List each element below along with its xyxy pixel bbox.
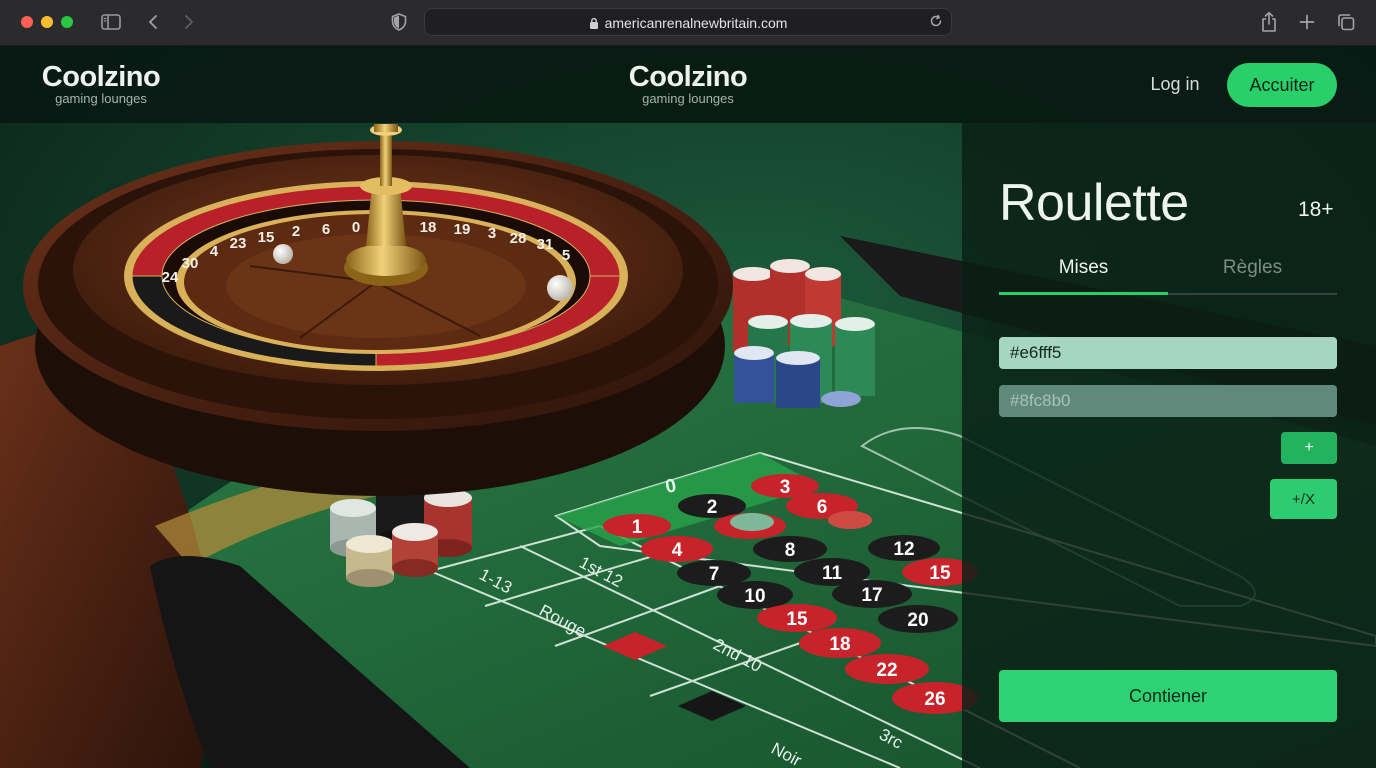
add-multiply-button[interactable]: +/X <box>1270 479 1337 519</box>
wheel-number: 31 <box>537 236 554 253</box>
browser-toolbar: americanrenalnewbritain.com <box>0 0 1376 46</box>
minimize-window-button[interactable] <box>41 16 53 28</box>
logo-tagline: gaming lounges <box>55 91 147 106</box>
tabs-icon[interactable] <box>1335 11 1357 33</box>
login-link[interactable]: Log in <box>1140 74 1210 95</box>
wheel-number: 28 <box>510 230 527 247</box>
url-text: americanrenalnewbritain.com <box>604 15 788 31</box>
age-badge: 18+ <box>1298 198 1334 221</box>
table-number: 3 <box>780 477 791 498</box>
table-number: 17 <box>861 585 882 606</box>
table-number: 15 <box>786 609 808 630</box>
roulette-panel: Roulette 18+ Mises Règles + +/X Contiene… <box>962 123 1376 768</box>
table-number: 1 <box>632 517 643 538</box>
accept-button[interactable]: Accuiter <box>1227 63 1337 107</box>
logo[interactable]: Coolzino gaming lounges <box>38 62 164 106</box>
table-number: 10 <box>744 586 765 607</box>
address-bar[interactable]: americanrenalnewbritain.com <box>424 8 952 36</box>
shield-icon[interactable] <box>389 11 409 33</box>
wheel-number: 19 <box>454 221 471 238</box>
sidebar-icon[interactable] <box>100 11 122 33</box>
table-number: 26 <box>924 689 945 710</box>
share-icon[interactable] <box>1258 11 1280 33</box>
page-title: Roulette <box>999 174 1189 232</box>
wheel-number: 24 <box>162 269 179 286</box>
close-window-button[interactable] <box>21 16 33 28</box>
table-number: 7 <box>709 564 720 585</box>
site-header: Coolzino gaming lounges Coolzino gaming … <box>0 46 1376 123</box>
tab-mises[interactable]: Mises <box>999 257 1168 279</box>
wheel-number: 18 <box>420 219 437 236</box>
table-number: 15 <box>929 563 951 584</box>
wheel-number: 3 <box>488 225 496 242</box>
table-number: 12 <box>893 539 914 560</box>
wheel-number: 15 <box>258 229 275 246</box>
lock-icon <box>589 16 599 32</box>
zoom-window-button[interactable] <box>61 16 73 28</box>
logo-name: Coolzino <box>41 61 161 93</box>
table-number: 2 <box>707 497 718 518</box>
bet-value-input[interactable] <box>999 337 1337 369</box>
tab-regles[interactable]: Règles <box>1168 257 1337 279</box>
wheel-number: 2 <box>292 223 300 240</box>
page-content: 0 1 2 3 4 6 7 8 10 11 12 15 15 17 18 20 … <box>0 46 1376 768</box>
bet-secondary-input[interactable] <box>999 385 1337 417</box>
panel-tabs: Mises Règles <box>999 253 1337 295</box>
active-tab-indicator <box>999 292 1168 295</box>
back-icon[interactable] <box>144 11 162 33</box>
logo-name: Coolzino <box>628 61 748 93</box>
wheel-number: 4 <box>210 243 219 260</box>
logo-tagline: gaming lounges <box>642 91 734 106</box>
wheel-number: 23 <box>230 235 247 252</box>
logo-center[interactable]: Coolzino gaming lounges <box>625 62 751 106</box>
table-number: 4 <box>672 540 683 561</box>
wheel-number: 5 <box>562 247 570 264</box>
table-number: 20 <box>907 610 928 631</box>
table-number: 8 <box>785 540 796 561</box>
new-tab-icon[interactable] <box>1296 11 1318 33</box>
wheel-number: 6 <box>322 221 330 238</box>
wheel-number: 0 <box>352 219 360 236</box>
table-number: 6 <box>817 497 828 518</box>
contain-button[interactable]: Contiener <box>999 670 1337 722</box>
add-button[interactable]: + <box>1281 432 1337 464</box>
forward-icon[interactable] <box>180 11 198 33</box>
wheel-number: 30 <box>182 255 199 272</box>
table-number: 11 <box>822 563 843 584</box>
table-number: 18 <box>829 634 850 655</box>
reload-icon[interactable] <box>929 14 943 33</box>
table-number: 22 <box>876 660 897 681</box>
